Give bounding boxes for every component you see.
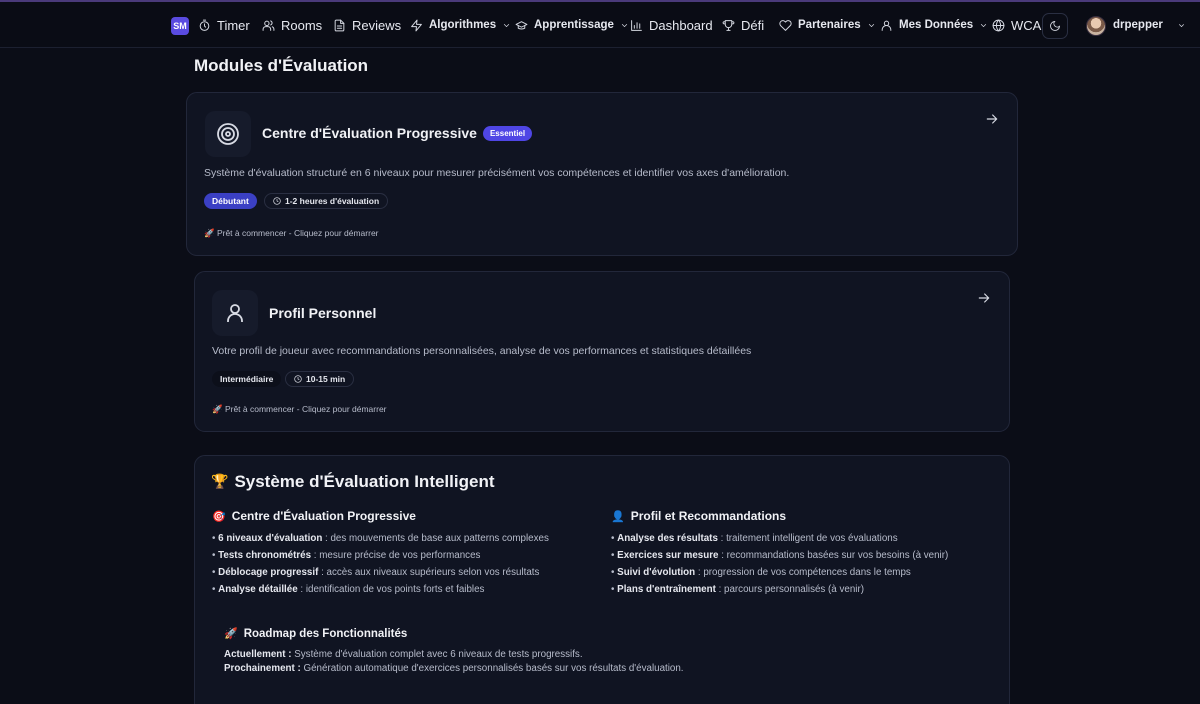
arrow-right-icon: [978, 293, 990, 303]
essential-badge: Essentiel: [482, 126, 533, 141]
nav-apprentissage-label: Apprentissage: [534, 19, 614, 31]
info-title-text: Système d'Évaluation Intelligent: [234, 472, 495, 491]
users-icon: [262, 19, 275, 31]
nav-timer-label: Timer: [217, 17, 250, 33]
card-title-wrap: Centre d'Évaluation Progressive Essentiel: [262, 125, 533, 141]
list-item: • Analyse détaillée : identification de …: [212, 584, 485, 595]
nav-partenaires-label: Partenaires: [798, 19, 861, 31]
clock-icon: [273, 197, 281, 205]
user-icon: [227, 304, 243, 322]
theme-toggle-button[interactable]: [1042, 13, 1068, 39]
globe-icon: [992, 19, 1005, 31]
list-item: • Tests chronométrés : mesure précise de…: [212, 550, 481, 561]
duration-label: 1-2 heures d'évaluation: [285, 196, 380, 206]
bar-chart-icon: [631, 19, 642, 31]
chevron-down-icon: [868, 23, 874, 27]
card-description: Système d'évaluation structuré en 6 nive…: [204, 167, 790, 179]
nav-algorithmes-label: Algorithmes: [429, 19, 497, 31]
module-card-evaluation[interactable]: Centre d'Évaluation Progressive Essentiel…: [186, 92, 1018, 256]
roadmap-next: Prochainement : Génération automatique d…: [224, 663, 684, 674]
list-item: • Exercices sur mesure : recommandations…: [611, 550, 949, 561]
list-item: • Suivi d'évolution : progression de vos…: [611, 567, 911, 578]
left-column-title-text: Centre d'Évaluation Progressive: [231, 509, 416, 523]
nav-mes-donnees[interactable]: Mes Données: [880, 2, 988, 48]
chevron-down-icon: [1178, 23, 1184, 27]
list-item: • Déblocage progressif : accès aux nivea…: [212, 567, 540, 578]
card-status: 🚀 Prêt à commencer - Cliquez pour démarr…: [204, 228, 379, 238]
target-icon: [217, 123, 239, 145]
zap-icon: [411, 19, 422, 31]
chevron-down-icon: [621, 23, 627, 27]
roadmap-title-text: Roadmap des Fonctionnalités: [243, 627, 408, 640]
right-column-title-text: Profil et Recommandations: [630, 509, 787, 523]
avatar[interactable]: [1086, 16, 1106, 36]
nav-reviews[interactable]: Reviews: [333, 2, 401, 48]
user-menu[interactable]: drpepper: [1113, 2, 1186, 48]
nav-dashboard-label: Dashboard: [649, 17, 713, 33]
nav-wca[interactable]: WCA: [992, 2, 1041, 48]
heart-icon: [779, 19, 792, 31]
timer-icon: [199, 19, 210, 31]
target-emoji-icon: 🎯: [212, 509, 226, 523]
clock-icon: [294, 375, 302, 383]
card-icon-box: [205, 111, 251, 157]
username-label: drpepper: [1113, 19, 1163, 31]
user-icon: [881, 20, 892, 31]
nav-timer[interactable]: Timer: [198, 2, 250, 48]
moon-icon: [1050, 20, 1061, 31]
nav-apprentissage[interactable]: Apprentissage: [515, 2, 629, 48]
nav-mes-donnees-label: Mes Données: [899, 19, 974, 31]
card-title: Centre d'Évaluation Progressive: [262, 125, 477, 141]
card-status: 🚀 Prêt à commencer - Cliquez pour démarr…: [212, 404, 387, 414]
open-module-button[interactable]: [984, 111, 1000, 127]
nav-wca-label: WCA: [1011, 17, 1042, 33]
nav-defi[interactable]: Défi: [722, 2, 764, 48]
top-navbar: SM Timer Rooms Reviews Algorithmes Appre…: [0, 2, 1200, 48]
roadmap-title: 🚀 Roadmap des Fonctionnalités: [224, 627, 407, 640]
list-item: • 6 niveaux d'évaluation : des mouvement…: [212, 533, 549, 544]
roadmap-current: Actuellement : Système d'évaluation comp…: [224, 649, 583, 660]
left-column-title: 🎯 Centre d'Évaluation Progressive: [212, 509, 416, 523]
chevron-down-icon: [504, 23, 510, 27]
list-item: • Plans d'entraînement : parcours person…: [611, 584, 864, 595]
user-emoji-icon: 👤: [611, 509, 625, 523]
left-feature-list: • 6 niveaux d'évaluation : des mouvement…: [212, 530, 549, 598]
card-title: Profil Personnel: [269, 305, 377, 321]
section-title: Modules d'Évaluation: [194, 56, 369, 75]
right-column-title: 👤 Profil et Recommandations: [611, 509, 786, 523]
card-icon-box: [212, 290, 258, 336]
nav-dashboard[interactable]: Dashboard: [630, 2, 713, 48]
module-card-profile[interactable]: Profil Personnel Votre profil de joueur …: [194, 271, 1010, 432]
duration-badge: 1-2 heures d'évaluation: [264, 193, 389, 209]
graduation-cap-icon: [515, 20, 528, 30]
trophy-icon: [722, 19, 735, 31]
nav-rooms-label: Rooms: [281, 17, 323, 33]
open-module-button[interactable]: [976, 290, 992, 306]
file-icon: [334, 19, 345, 31]
duration-label: 10-15 min: [306, 374, 346, 384]
right-feature-list: • Analyse des résultats : traitement int…: [611, 530, 948, 598]
arrow-right-icon: [986, 114, 998, 124]
nav-partenaires[interactable]: Partenaires: [779, 2, 876, 48]
level-badge: Intermédiaire: [212, 371, 282, 387]
level-badge: Débutant: [204, 193, 257, 209]
chevron-down-icon: [981, 23, 987, 27]
nav-algorithmes[interactable]: Algorithmes: [410, 2, 511, 48]
list-item: • Analyse des résultats : traitement int…: [611, 533, 898, 544]
nav-rooms[interactable]: Rooms: [262, 2, 322, 48]
card-description: Votre profil de joueur avec recommandati…: [212, 345, 752, 357]
nav-reviews-label: Reviews: [352, 17, 402, 33]
info-title: 🏆 Système d'Évaluation Intelligent: [211, 472, 494, 492]
app-logo[interactable]: SM: [171, 17, 189, 35]
trophy-emoji-icon: 🏆: [211, 474, 229, 490]
rocket-emoji-icon: 🚀: [224, 627, 238, 640]
duration-badge: 10-15 min: [285, 371, 355, 387]
nav-defi-label: Défi: [741, 17, 765, 33]
